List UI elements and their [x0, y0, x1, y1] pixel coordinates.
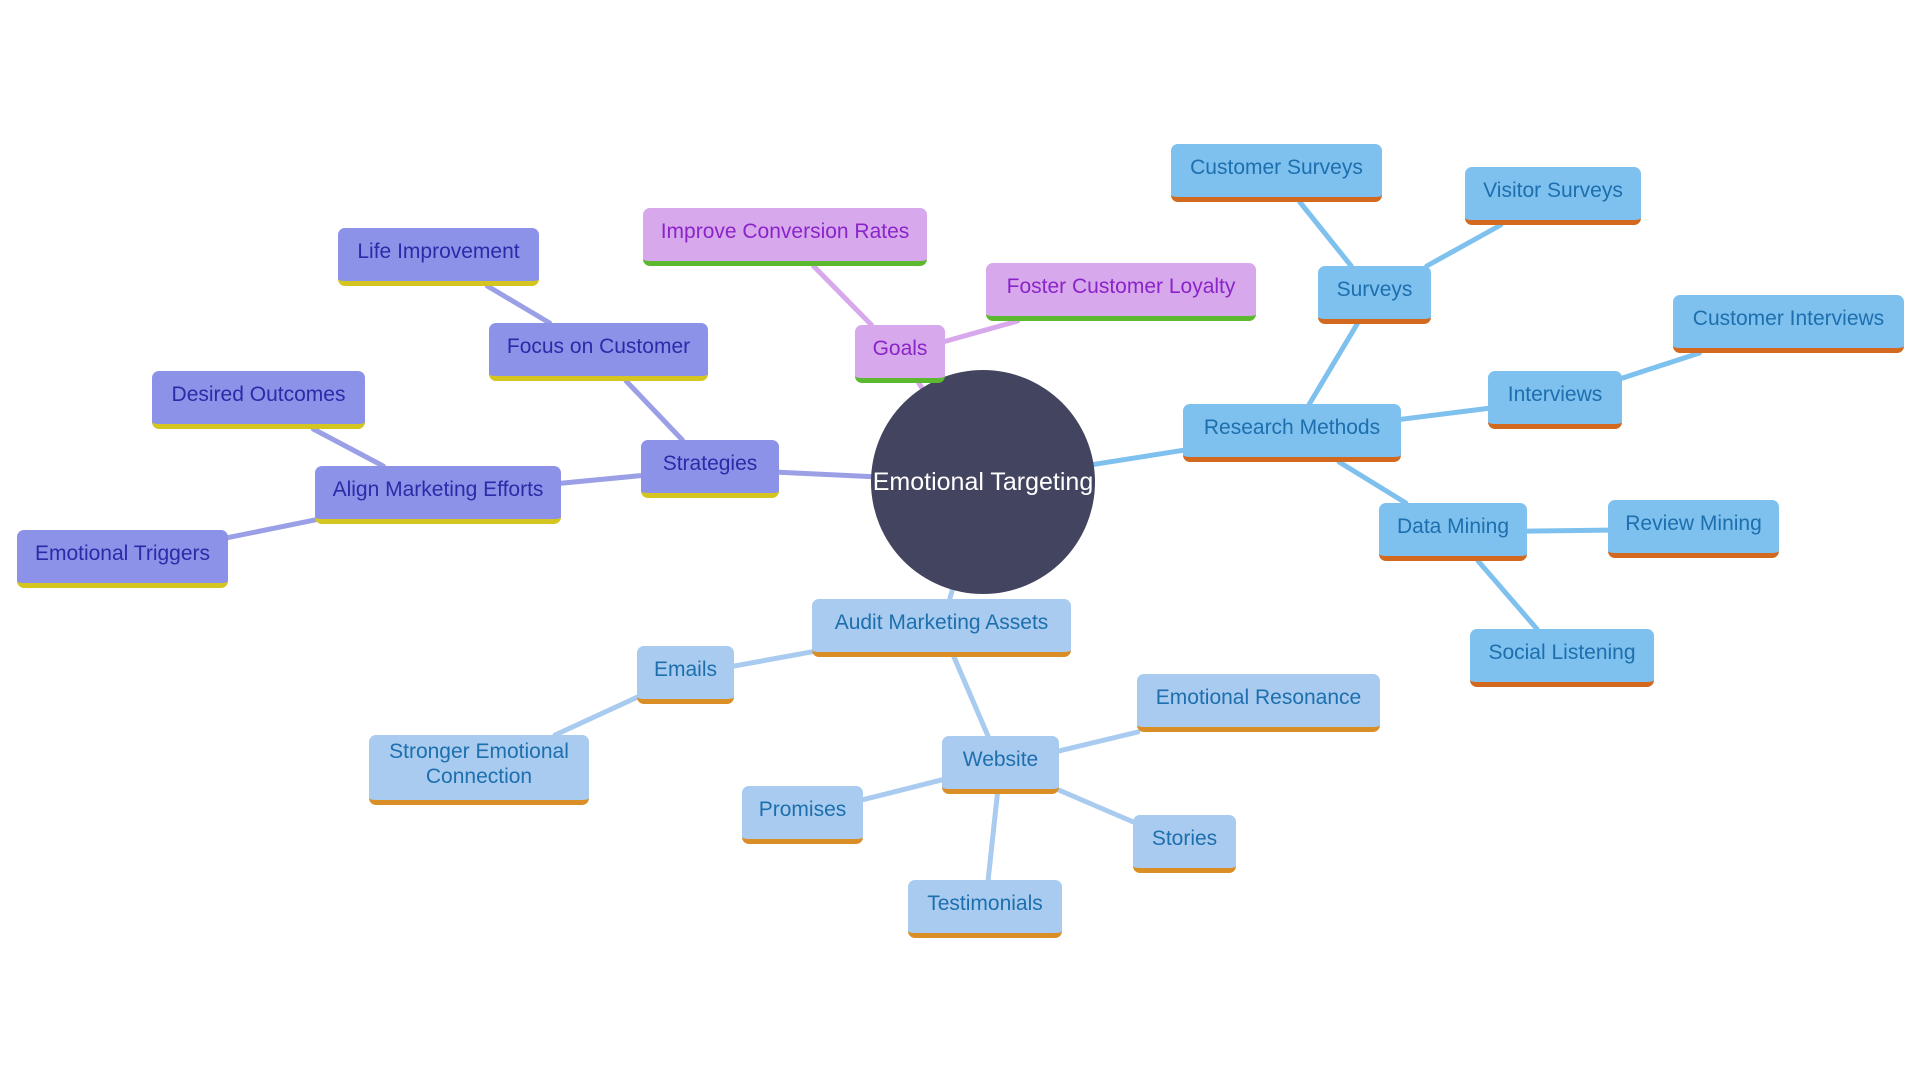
mindmap-node-website[interactable]: Website: [942, 736, 1059, 794]
mindmap-node-label: Desired Outcomes: [171, 382, 346, 406]
mindmap-node-promises[interactable]: Promises: [742, 786, 863, 844]
mindmap-node-emails[interactable]: Emails: [637, 646, 734, 704]
mindmap-node-label: Surveys: [1336, 277, 1413, 301]
mindmap-node-focus-customer[interactable]: Focus on Customer: [489, 323, 708, 381]
mindmap-node-label: Focus on Customer: [506, 334, 691, 358]
mindmap-edge-data-mining-to-review-mining: [1524, 527, 1611, 534]
mindmap-node-label: Improve Conversion Rates: [660, 219, 910, 243]
mindmap-edge-center-to-strategies: [776, 469, 874, 480]
mindmap-edge-strategies-to-align-marketing: [558, 473, 644, 486]
mindmap-node-label: Interviews: [1507, 382, 1603, 406]
mindmap-edge-website-to-promises: [860, 777, 945, 803]
mindmap-node-research-methods[interactable]: Research Methods: [1183, 404, 1401, 462]
mindmap-node-improve-conversion[interactable]: Improve Conversion Rates: [643, 208, 927, 266]
mindmap-node-label: Social Listening: [1488, 640, 1636, 664]
mindmap-edge-website-to-testimonials: [985, 791, 1000, 883]
mindmap-edge-align-marketing-to-emotional-triggers: [225, 517, 318, 541]
mindmap-edge-audit-assets-to-website: [951, 654, 991, 739]
mindmap-edge-website-to-emotional-resonance: [1056, 729, 1141, 754]
mindmap-node-label: Visitor Surveys: [1483, 178, 1623, 202]
mindmap-edge-research-methods-to-data-mining: [1336, 459, 1409, 506]
mindmap-node-visitor-surveys[interactable]: Visitor Surveys: [1465, 167, 1641, 225]
mindmap-node-label: Emails: [653, 657, 717, 681]
mindmap-node-audit-assets[interactable]: Audit Marketing Assets: [812, 599, 1071, 657]
mindmap-edge-surveys-to-customer-surveys: [1297, 199, 1354, 269]
mindmap-edge-data-mining-to-social-listening: [1475, 558, 1540, 632]
mindmap-node-label: Stories: [1151, 826, 1218, 850]
mindmap-node-desired-outcomes[interactable]: Desired Outcomes: [152, 371, 365, 429]
mindmap-node-label: Align Marketing Efforts: [332, 477, 544, 501]
mindmap-node-label: Emotional Triggers: [34, 541, 211, 565]
center-node-label: Emotional Targeting: [872, 467, 1094, 496]
mindmap-node-label: Strategies: [662, 451, 758, 475]
mindmap-node-surveys[interactable]: Surveys: [1318, 266, 1431, 324]
mindmap-node-customer-interviews[interactable]: Customer Interviews: [1673, 295, 1904, 353]
mindmap-node-stories[interactable]: Stories: [1133, 815, 1236, 873]
mindmap-node-stronger-connection[interactable]: Stronger Emotional Connection: [369, 735, 589, 805]
mindmap-node-label: Data Mining: [1396, 514, 1510, 538]
mindmap-node-label: Life Improvement: [357, 239, 520, 263]
mindmap-edge-research-methods-to-surveys: [1306, 321, 1360, 407]
mindmap-node-data-mining[interactable]: Data Mining: [1379, 503, 1527, 561]
mindmap-node-label: Promises: [758, 797, 847, 821]
mindmap-node-label: Customer Surveys: [1190, 155, 1363, 179]
mindmap-node-label: Testimonials: [927, 891, 1043, 915]
mindmap-node-label: Audit Marketing Assets: [834, 610, 1049, 634]
mindmap-node-label: Goals: [872, 336, 928, 360]
mindmap-node-life-improvement[interactable]: Life Improvement: [338, 228, 539, 286]
mindmap-edge-surveys-to-visitor-surveys: [1424, 222, 1504, 269]
mindmap-node-strategies[interactable]: Strategies: [641, 440, 779, 498]
mindmap-node-label: Foster Customer Loyalty: [1006, 274, 1236, 298]
mindmap-node-label: Review Mining: [1625, 511, 1762, 535]
mindmap-edge-goals-to-improve-conversion: [811, 263, 874, 328]
mindmap-node-label: Website: [962, 747, 1039, 771]
mindmap-node-emotional-resonance[interactable]: Emotional Resonance: [1137, 674, 1380, 732]
mindmap-canvas: Emotional Targeting Strategies Focus on Cu…: [0, 0, 1920, 1080]
mindmap-edge-strategies-to-focus-customer: [623, 378, 685, 443]
mindmap-edge-research-methods-to-interviews: [1398, 405, 1491, 422]
mindmap-edge-goals-to-foster-loyalty: [942, 318, 1021, 344]
mindmap-node-goals[interactable]: Goals: [855, 325, 945, 383]
mindmap-node-emotional-triggers[interactable]: Emotional Triggers: [17, 530, 228, 588]
mindmap-node-testimonials[interactable]: Testimonials: [908, 880, 1062, 938]
mindmap-node-label: Customer Interviews: [1692, 306, 1885, 330]
mindmap-edge-audit-assets-to-emails: [731, 649, 815, 669]
mindmap-node-align-marketing[interactable]: Align Marketing Efforts: [315, 466, 561, 524]
mindmap-node-label: Stronger Emotional Connection: [389, 740, 569, 788]
mindmap-node-label: Emotional Resonance: [1155, 685, 1362, 709]
mindmap-edge-emails-to-stronger-connection: [552, 694, 640, 738]
mindmap-node-interviews[interactable]: Interviews: [1488, 371, 1622, 429]
mindmap-node-customer-surveys[interactable]: Customer Surveys: [1171, 144, 1382, 202]
mindmap-node-social-listening[interactable]: Social Listening: [1470, 629, 1654, 687]
mindmap-edge-center-to-research-methods: [1091, 447, 1186, 467]
mindmap-edge-interviews-to-customer-interviews: [1619, 350, 1702, 381]
mindmap-edge-center-to-audit-assets: [947, 587, 955, 602]
center-node-emotional-targeting[interactable]: Emotional Targeting: [871, 370, 1095, 594]
mindmap-edge-align-marketing-to-desired-outcomes: [310, 426, 386, 469]
mindmap-node-foster-loyalty[interactable]: Foster Customer Loyalty: [986, 263, 1256, 321]
mindmap-node-label: Research Methods: [1203, 415, 1381, 439]
mindmap-edge-website-to-stories: [1056, 787, 1136, 825]
mindmap-edge-focus-customer-to-life-improvement: [484, 283, 553, 326]
mindmap-node-review-mining[interactable]: Review Mining: [1608, 500, 1779, 558]
